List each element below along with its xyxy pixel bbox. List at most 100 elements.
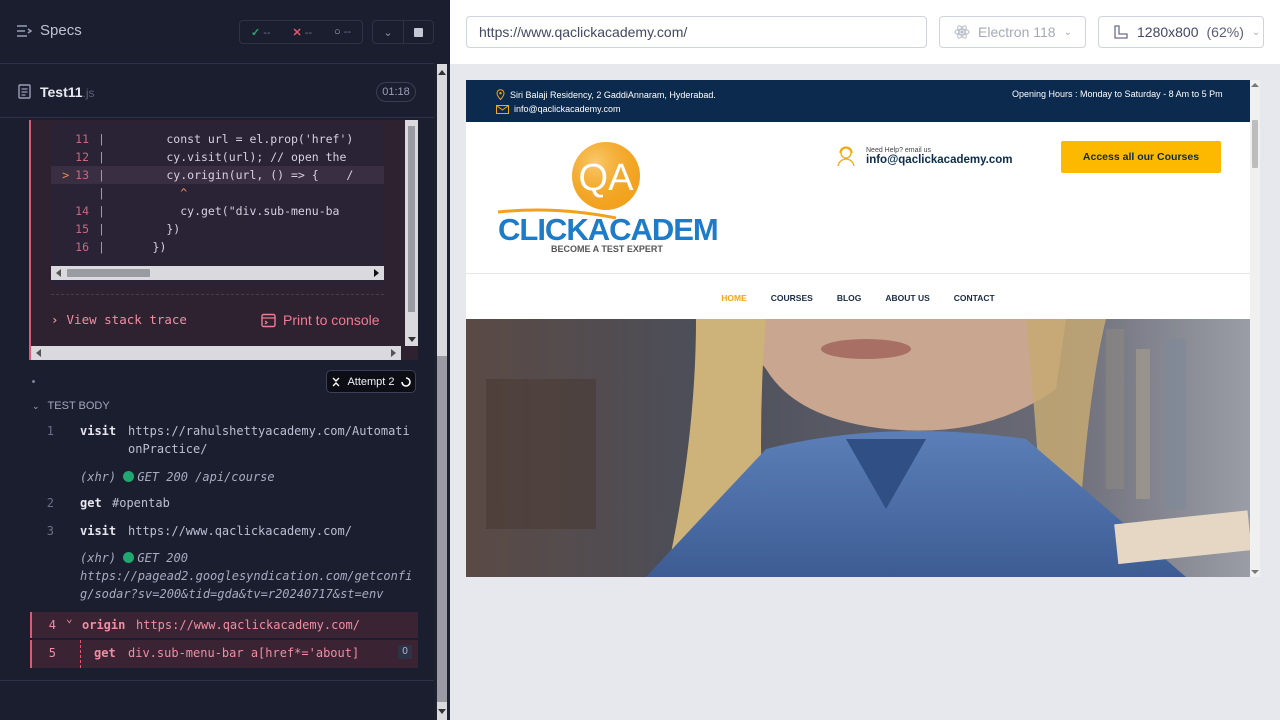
command-origin[interactable]: ⌄ 4 origin https://www.qaclickacademy.com/: [30, 612, 418, 638]
duration-badge: 01:18: [376, 82, 416, 102]
command-visit[interactable]: 3 visit https://www.qaclickacademy.com/: [30, 521, 418, 543]
element-count-badge: 0: [398, 645, 412, 659]
code-line-number: 15: [75, 222, 89, 236]
code-source: const url = el.prop('href'): [111, 132, 354, 146]
current-line-arrow-icon: >: [62, 168, 70, 182]
specs-label: Specs: [40, 22, 82, 39]
stop-button[interactable]: [402, 21, 433, 43]
command-visit[interactable]: 1 visit https://rahulshettyacademy.com/Aut…: [30, 421, 418, 467]
terminal-icon: [261, 313, 276, 327]
nav-home[interactable]: HOME: [721, 293, 747, 303]
viewport-size: 1280x800: [1137, 24, 1199, 40]
code-line-number: 12: [75, 150, 89, 164]
attempt-badge[interactable]: Attempt 2: [326, 370, 416, 393]
code-frame-scrollbar[interactable]: [51, 266, 384, 280]
command-name: get: [94, 646, 116, 660]
site-nav: HOME COURSES BLOG ABOUT US CONTACT: [466, 276, 1250, 319]
chevron-down-icon[interactable]: ⌄: [66, 610, 73, 628]
xhr-message: (xhr) GET 200 https://pagead2.googlesyndi…: [80, 551, 413, 601]
pending-circle-icon: ○: [333, 26, 341, 38]
command-message: https://www.qaclickacademy.com/: [128, 524, 352, 538]
code-line: >13 | cy.origin(url, () => { /: [51, 166, 384, 184]
reporter-scrollbar[interactable]: [434, 64, 450, 720]
access-courses-button[interactable]: Access all our Courses: [1061, 141, 1221, 173]
command-message: https://www.qaclickacademy.com/: [136, 618, 360, 632]
cross-icon: ✕: [292, 26, 302, 39]
viewport-scale: (62%): [1206, 24, 1244, 40]
svg-text:QA: QA: [579, 157, 635, 199]
code-line: 15 | }): [51, 220, 384, 238]
status-success-icon: [123, 471, 135, 482]
command-message: https://rahulshettyacademy.com/Automati o…: [128, 424, 410, 456]
print-to-console-button[interactable]: Print to console: [261, 312, 380, 328]
browser-name: Electron 118: [978, 24, 1056, 40]
header-controls: ⌄: [372, 20, 434, 44]
collapse-button[interactable]: ⌄: [373, 21, 403, 43]
code-frame: 11 | const url = el.prop('href') 12 | cy.vi…: [51, 124, 384, 404]
command-number: 5: [48, 646, 56, 660]
code-line: 11 | const url = el.prop('href'): [51, 130, 384, 148]
code-line: 12 | cy.visit(url); // open the: [51, 148, 384, 166]
code-line-number: >13: [62, 168, 89, 182]
spec-file-row: Test11.js 01:18: [0, 65, 434, 118]
stop-icon: [413, 27, 423, 37]
envelope-icon: [496, 104, 509, 114]
command-get[interactable]: 2 get #opentab: [30, 493, 418, 515]
browser-selector[interactable]: Electron 118 ⌄: [939, 16, 1086, 48]
command-number: 3: [46, 524, 54, 538]
failed-stat: ✕ --: [292, 26, 313, 39]
code-line: | ^: [98, 186, 188, 200]
status-success-icon: [123, 552, 135, 563]
command-number: 2: [46, 496, 54, 510]
hero-image: [466, 319, 1250, 577]
reporter-header: Specs ✓ -- ✕ -- ○ -- ⌄: [0, 0, 434, 64]
aut-scrollbar[interactable]: [1250, 80, 1260, 577]
code-line: 16 | }): [51, 238, 384, 256]
code-source: ^: [111, 186, 188, 200]
command-name: origin: [82, 618, 126, 632]
help-contact: Need Help? email us info@qaclickacademy.…: [834, 144, 1013, 168]
code-line-number: 16: [75, 240, 89, 254]
xhr-log-item[interactable]: (xhr) GET 200 /api/course: [30, 466, 418, 488]
test-body-header[interactable]: ⌄ TEST BODY: [32, 400, 110, 412]
electron-icon: [954, 25, 970, 39]
passed-stat: ✓ --: [250, 26, 271, 39]
specs-toggle[interactable]: Specs: [16, 22, 82, 39]
nav-blog[interactable]: BLOG: [837, 293, 862, 303]
command-get[interactable]: 5 get div.sub-menu-bar a[href*='about] 0: [30, 640, 418, 668]
command-name: visit: [80, 424, 117, 438]
view-stack-trace-link[interactable]: › View stack trace: [51, 312, 187, 327]
chevron-down-icon: ⌄: [32, 400, 40, 411]
command-number: 4: [48, 618, 56, 632]
reporter-panel: Specs ✓ -- ✕ -- ○ -- ⌄ Test11.js 01:18 1…: [0, 0, 450, 720]
command-message: div.sub-menu-bar a[href*='about]: [128, 646, 360, 660]
file-icon: [18, 84, 31, 99]
site-brand-area: QA CLICKACADEMY BECOME A TEST EXPERT Nee…: [466, 122, 1250, 274]
chevron-down-icon: ⌄: [1251, 26, 1261, 38]
chevron-down-icon: ⌄: [1063, 26, 1072, 38]
chevron-right-icon: ›: [51, 312, 59, 327]
error-scrollbar[interactable]: [405, 120, 418, 346]
code-line-number: 11: [75, 132, 89, 146]
ruler-icon: [1114, 25, 1128, 39]
nav-about-us[interactable]: ABOUT US: [885, 293, 929, 303]
nav-courses[interactable]: COURSES: [771, 293, 813, 303]
location-pin-icon: [496, 89, 505, 100]
viewport-selector[interactable]: 1280x800 (62%) ⌄: [1098, 16, 1264, 48]
stats-summary: ✓ -- ✕ -- ○ --: [239, 20, 363, 44]
error-block: 11 | const url = el.prop('href') 12 | cy.vi…: [29, 120, 418, 360]
code-source: }): [111, 240, 167, 254]
code-line-number: 14: [75, 204, 89, 218]
svg-text:BECOME A TEST EXPERT: BECOME A TEST EXPERT: [551, 244, 663, 254]
help-email[interactable]: info@qaclickacademy.com: [866, 154, 1013, 166]
command-number: 1: [46, 424, 54, 438]
url-bar[interactable]: https://www.qaclickacademy.com/: [466, 16, 927, 48]
code-source: cy.visit(url); // open the: [111, 150, 347, 164]
spec-file-name[interactable]: Test11.js: [40, 84, 95, 100]
qa-click-academy-logo[interactable]: QA CLICKACADEMY BECOME A TEST EXPERT: [496, 142, 718, 254]
xhr-log-item[interactable]: (xhr) GET 200 https://pagead2.googlesyndi…: [30, 549, 418, 607]
site-email-top[interactable]: info@qaclickacademy.com: [496, 104, 621, 114]
error-hscrollbar[interactable]: [31, 346, 401, 360]
nav-contact[interactable]: CONTACT: [954, 293, 995, 303]
command-name: visit: [80, 524, 117, 538]
